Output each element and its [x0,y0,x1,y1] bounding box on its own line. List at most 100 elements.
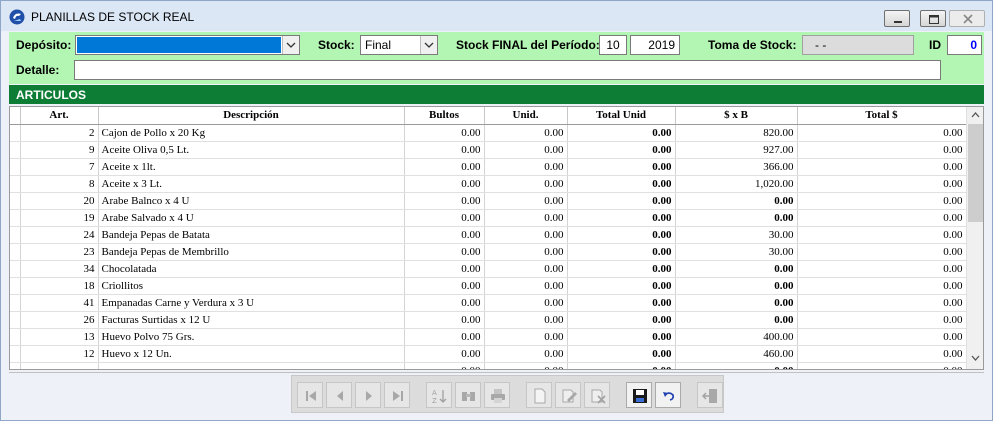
deposito-dropdown-arrow[interactable] [282,36,299,54]
cell-descripcion[interactable]: Aceite x 1lt. [98,158,405,176]
cell-descripcion[interactable] [98,362,405,369]
prev-record-button[interactable] [326,382,352,408]
cell-descripcion[interactable]: Aceite Oliva 0,5 Lt. [98,141,405,159]
row-selector[interactable] [10,158,21,176]
cell-precio-bulto[interactable]: 0.00 [675,209,798,227]
cell-descripcion[interactable]: Aceite x 3 Lt. [98,175,405,193]
scroll-up-icon[interactable] [971,112,980,118]
cell-art[interactable]: 18 [20,277,99,295]
edit-button[interactable] [555,382,581,408]
cell-precio-bulto[interactable]: 400.00 [675,328,798,346]
cell-total-unid[interactable]: 0.00 [567,294,676,312]
cell-total-unid[interactable]: 0.00 [567,209,676,227]
cell-unid[interactable]: 0.00 [484,362,568,369]
row-selector[interactable] [10,328,21,346]
search-button[interactable] [455,382,481,408]
row-selector[interactable] [10,345,21,363]
save-button[interactable] [626,382,652,408]
cell-precio-bulto[interactable]: 820.00 [675,124,798,142]
cell-total-unid[interactable]: 0.00 [567,345,676,363]
cell-unid[interactable]: 0.00 [484,158,568,176]
cell-total-unid[interactable]: 0.00 [567,192,676,210]
cell-unid[interactable]: 0.00 [484,226,568,244]
row-selector[interactable] [10,294,21,312]
cell-descripcion[interactable]: Criollitos [98,277,405,295]
table-row[interactable]: 20 Arabe Balnco x 4 U 0.00 0.00 0.00 0.00 0.00 [10,192,967,210]
column-header-unid[interactable]: Unid. [484,107,568,125]
stock-dropdown-arrow[interactable] [420,36,437,54]
cell-total-pesos[interactable]: 0.00 [797,345,967,363]
cell-art[interactable]: 34 [20,260,99,278]
table-row[interactable]: 0.000.000.000.000.00 [10,362,967,369]
cell-total-unid[interactable]: 0.00 [567,175,676,193]
table-row[interactable]: 9 Aceite Oliva 0,5 Lt. 0.00 0.00 0.00 927.00 0… [10,141,967,159]
cell-art[interactable]: 20 [20,192,99,210]
cell-art[interactable]: 23 [20,243,99,261]
cell-total-pesos[interactable]: 0.00 [797,243,967,261]
table-row[interactable]: 24 Bandeja Pepas de Batata 0.00 0.00 0.00 30.… [10,226,967,244]
cell-total-unid[interactable]: 0.00 [567,124,676,142]
cell-precio-bulto[interactable]: 0.00 [675,192,798,210]
detalle-input[interactable] [74,60,941,80]
cell-unid[interactable]: 0.00 [484,209,568,227]
cell-total-pesos[interactable]: 0.00 [797,209,967,227]
cell-total-unid[interactable]: 0.00 [567,277,676,295]
first-record-button[interactable] [297,382,323,408]
column-header-total-pesos[interactable]: Total $ [797,107,967,125]
table-row[interactable]: 23 Bandeja Pepas de Membrillo 0.00 0.00 0.00… [10,243,967,261]
column-header-bultos[interactable]: Bultos [404,107,485,125]
cell-bultos[interactable]: 0.00 [404,158,485,176]
cell-precio-bulto[interactable]: 0.00 [675,362,798,369]
cell-precio-bulto[interactable]: 0.00 [675,260,798,278]
table-row[interactable]: 8 Aceite x 3 Lt. 0.00 0.00 0.00 1,020.00 0.00 [10,175,967,193]
cell-descripcion[interactable]: Huevo Polvo 75 Grs. [98,328,405,346]
table-row[interactable]: 12 Huevo x 12 Un. 0.00 0.00 0.00 460.00 0.00 [10,345,967,363]
restore-button[interactable] [920,10,946,27]
cell-bultos[interactable]: 0.00 [404,328,485,346]
cell-total-pesos[interactable]: 0.00 [797,158,967,176]
cell-descripcion[interactable]: Arabe Balnco x 4 U [98,192,405,210]
articulos-grid[interactable]: Art. Descripción Bultos Unid. Total Unid… [9,106,984,370]
periodo-mes-input[interactable]: 10 [599,35,627,55]
table-row[interactable]: 26 Facturas Surtidas x 12 U 0.00 0.00 0.00 0.… [10,311,967,329]
close-button[interactable] [949,10,985,27]
cell-precio-bulto[interactable]: 927.00 [675,141,798,159]
table-row[interactable]: 7 Aceite x 1lt. 0.00 0.00 0.00 366.00 0.00 [10,158,967,176]
table-row[interactable]: 34 Chocolatada 0.00 0.00 0.00 0.00 0.00 [10,260,967,278]
cell-art[interactable]: 41 [20,294,99,312]
vertical-scrollbar[interactable] [966,107,983,369]
cell-unid[interactable]: 0.00 [484,345,568,363]
cell-unid[interactable]: 0.00 [484,311,568,329]
column-header-descripcion[interactable]: Descripción [98,107,405,125]
cell-unid[interactable]: 0.00 [484,243,568,261]
cell-bultos[interactable]: 0.00 [404,362,485,369]
cell-art[interactable]: 7 [20,158,99,176]
cell-bultos[interactable]: 0.00 [404,277,485,295]
cell-bultos[interactable]: 0.00 [404,192,485,210]
title-bar[interactable]: PLANILLAS DE STOCK REAL [1,1,992,31]
cell-precio-bulto[interactable]: 0.00 [675,294,798,312]
cell-total-pesos[interactable]: 0.00 [797,294,967,312]
row-selector[interactable] [10,311,21,329]
cell-precio-bulto[interactable]: 0.00 [675,277,798,295]
table-row[interactable]: 18 Criollitos 0.00 0.00 0.00 0.00 0.00 [10,277,967,295]
cell-total-unid[interactable]: 0.00 [567,311,676,329]
minimize-button[interactable] [884,10,910,27]
cell-precio-bulto[interactable]: 30.00 [675,226,798,244]
cell-total-unid[interactable]: 0.00 [567,243,676,261]
cell-art[interactable]: 13 [20,328,99,346]
row-selector[interactable] [10,277,21,295]
cell-descripcion[interactable]: Arabe Salvado x 4 U [98,209,405,227]
cell-art[interactable] [20,362,99,369]
scrollbar-thumb[interactable] [968,124,983,222]
cell-descripcion[interactable]: Bandeja Pepas de Membrillo [98,243,405,261]
row-selector[interactable] [10,243,21,261]
cell-total-unid[interactable]: 0.00 [567,141,676,159]
cell-unid[interactable]: 0.00 [484,175,568,193]
cell-bultos[interactable]: 0.00 [404,243,485,261]
row-selector[interactable] [10,226,21,244]
print-button[interactable] [484,382,510,408]
cell-bultos[interactable]: 0.00 [404,294,485,312]
cell-unid[interactable]: 0.00 [484,328,568,346]
new-button[interactable] [526,382,552,408]
